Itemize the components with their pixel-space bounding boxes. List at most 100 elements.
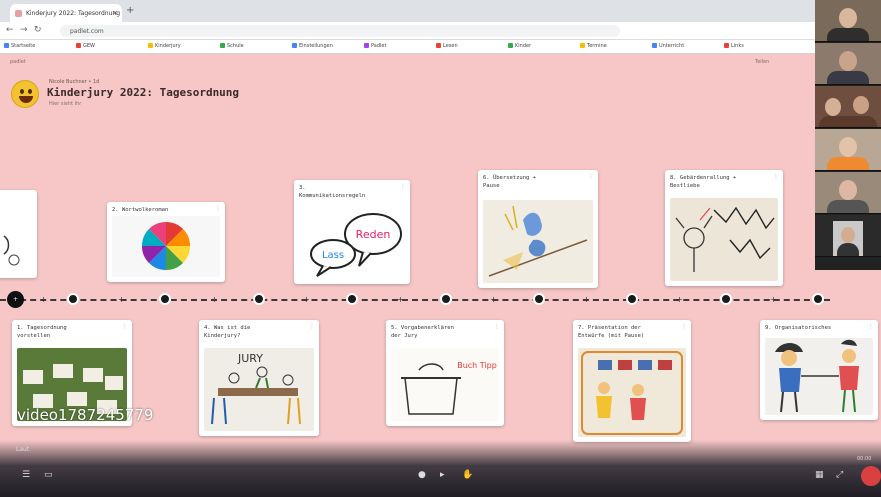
jury-text: JURY [237,352,263,365]
card-menu-icon[interactable]: ⋮ [868,323,874,330]
bookmark-label: Schule [227,43,244,49]
card-4[interactable]: 4. Was ist die Kinderjury? ⋮ JURY [199,320,319,436]
card-title: 1. Tagesordnung vorstellen [17,325,67,339]
add-post-icon[interactable]: + [770,295,777,304]
timeline-start-button[interactable]: + [7,291,24,308]
card-5[interactable]: 5. Vorgabenerklären der Jury ⋮ Buch Tipp [386,320,504,426]
chat-icon[interactable]: ☰ [22,470,30,480]
participant-tile[interactable] [815,43,881,85]
bookmark-item[interactable]: Termine [580,43,607,49]
timeline-dot[interactable] [253,293,265,305]
bookmark-item[interactable]: Unterricht [652,43,684,49]
participant-tile[interactable] [815,86,881,128]
grid-icon[interactable]: ▦ [815,470,824,480]
participant-tile[interactable] [815,129,881,171]
participant-tile[interactable] [815,172,881,214]
card-menu-icon[interactable]: ⋮ [215,205,221,212]
bookmark-item[interactable]: Schule [220,43,244,49]
padlet-logo[interactable]: padlet [10,59,26,65]
pot-text: Buch Tipp [457,361,497,370]
add-post-icon[interactable]: + [490,295,497,304]
add-post-icon[interactable]: + [397,295,404,304]
url-input[interactable]: padlet.com [60,25,620,37]
camera-icon[interactable]: ▸ [440,470,445,480]
browser-tab[interactable]: Kinderjury 2022: Tagesordnung × [10,4,122,22]
participant-tile[interactable] [815,0,881,42]
bookmark-item[interactable]: GEW [76,43,95,49]
wheel-image [112,216,220,277]
timeline-dot[interactable] [440,293,452,305]
card-7[interactable]: 7. Präsentation der Entwürfe (mit Pause)… [573,320,691,442]
card-3[interactable]: 3. Kommunikationsregeln ⋮ Reden Lass [294,180,410,284]
address-bar-row: ← → ↻ padlet.com [0,22,815,40]
card-menu-icon[interactable]: ⋮ [773,173,779,180]
people-drawing-icon [775,339,859,413]
bookmark-icon [580,43,585,48]
author-line: Nicole Buchner • 1d [49,79,100,85]
timeline-dot[interactable] [67,293,79,305]
card-title: 2. Wortwolkeroman [112,207,169,213]
mic-icon[interactable]: ● [418,470,426,480]
bookmark-item[interactable]: Links [724,43,744,49]
timeline-dot[interactable] [533,293,545,305]
card-8[interactable]: 8. Gebärdenrallung + Bestliebe ⋮ [665,170,783,286]
bookmark-item[interactable]: Startseite [4,43,35,49]
card-9[interactable]: 9. Organisatorisches ⋮ [760,320,878,420]
bookmark-item[interactable]: Einstellungen [292,43,333,49]
card-2[interactable]: 2. Wortwolkeroman ⋮ [107,202,225,282]
timeline-dot[interactable] [812,293,824,305]
reload-icon[interactable]: ↻ [34,25,42,35]
card-menu-icon[interactable]: ⋮ [588,173,594,180]
card-title: 5. Vorgabenerklären der Jury [391,325,454,339]
bookmark-icon [436,43,441,48]
flower-drawing-icon [488,205,588,277]
bookmark-item[interactable]: Kinderjury [148,43,181,49]
share-button[interactable]: Teilen [755,59,769,65]
card-menu-icon[interactable]: ⋮ [681,323,687,330]
partial-card[interactable] [0,190,37,278]
card-menu-icon[interactable]: ⋮ [400,183,406,190]
forward-icon[interactable]: → [20,25,28,35]
add-post-icon[interactable]: + [676,295,683,304]
timeline-dot[interactable] [720,293,732,305]
timeline-dot[interactable] [346,293,358,305]
card-6[interactable]: 6. Übersetzung + Pause ⋮ [478,170,598,288]
speech-bubble-icon: Reden Lass [310,213,402,277]
bookmark-item[interactable]: Padlet [364,43,386,49]
bookmark-icon [4,43,9,48]
add-post-icon[interactable]: + [303,295,310,304]
tab-title: Kinderjury 2022: Tagesordnung [26,10,120,17]
bookmark-label: Einstellungen [299,43,333,49]
bookmark-item[interactable]: Kinder [508,43,531,49]
bookmark-item[interactable]: Lesen [436,43,458,49]
add-post-icon[interactable]: + [583,295,590,304]
pot-drawing-image: Buch Tipp [391,348,499,421]
hand-icon[interactable]: ✋ [462,470,473,480]
card-menu-icon[interactable]: ⋮ [494,323,500,330]
timeline-dot[interactable] [159,293,171,305]
add-post-icon[interactable]: + [211,295,218,304]
card-title: 8. Gebärdenrallung + Bestliebe [670,175,737,189]
fullscreen-icon[interactable]: ⤢ [836,470,843,480]
card-menu-icon[interactable]: ⋮ [309,323,315,330]
end-call-button[interactable] [861,466,881,486]
bookmark-icon [652,43,657,48]
add-post-icon[interactable]: + [40,295,47,304]
card-title: 9. Organisatorisches [765,325,832,331]
bookmark-label: Lesen [443,43,458,49]
close-tab-icon[interactable]: × [112,9,118,17]
zigzag-drawing-icon [675,206,775,272]
participant-tile[interactable] [815,215,881,257]
jury-drawing-icon: JURY [211,352,301,425]
timer-label: 00:00 [857,456,872,462]
speech-bubbles-image: Reden Lass [299,206,405,279]
card-menu-icon[interactable]: ⋮ [122,323,128,330]
bookmark-label: GEW [83,43,95,49]
window-icon[interactable]: ▭ [44,470,53,480]
back-icon[interactable]: ← [6,25,14,35]
new-tab-icon[interactable]: + [126,5,134,16]
bookmark-icon [292,43,297,48]
timeline-dot[interactable] [626,293,638,305]
add-post-icon[interactable]: + [118,295,125,304]
color-wheel-icon [141,221,191,271]
